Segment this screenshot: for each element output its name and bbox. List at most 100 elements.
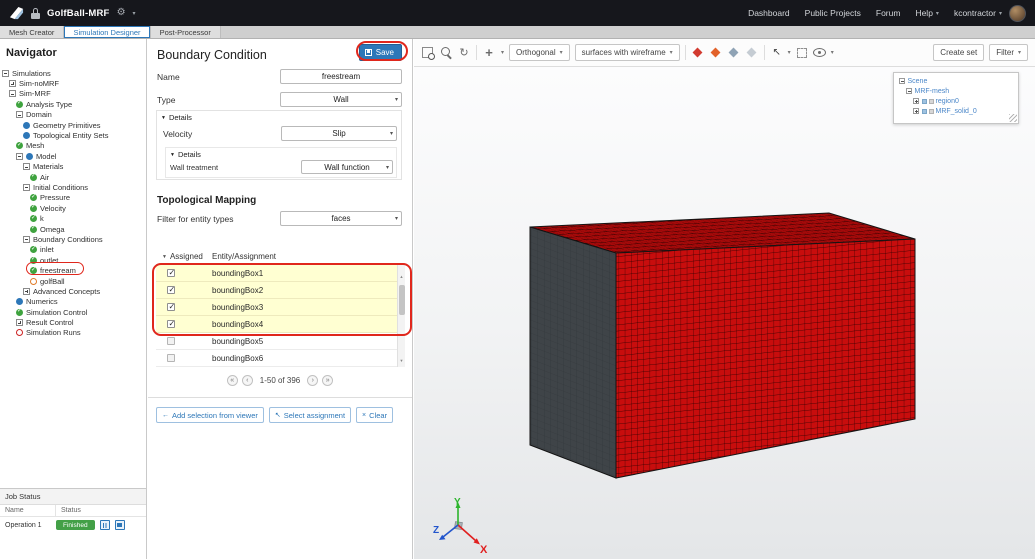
prev-page-button[interactable] [241,375,253,386]
assigned-column-header[interactable]: Assigned [156,252,212,261]
expand-icon[interactable] [9,80,16,88]
tab-simulation-designer[interactable]: Simulation Designer [64,26,151,38]
inner-details-toggle[interactable]: Details [170,150,201,159]
mesh-left-face[interactable] [529,226,617,479]
mesh-part-icon[interactable] [928,98,934,104]
box-select-icon[interactable] [795,46,809,60]
collapse-icon[interactable] [2,69,9,77]
tree-item-materials[interactable]: Materials [0,162,146,172]
viewer-3d[interactable]: Orthogonal surfaces with wireframe Creat… [414,39,1035,559]
render-mode-select[interactable]: surfaces with wireframe [574,44,680,61]
visibility-eye-icon[interactable] [813,46,827,60]
assignment-row[interactable]: boundingBox2 [156,282,405,299]
velocity-select[interactable]: Slip [281,126,397,141]
tab-mesh-creator[interactable]: Mesh Creator [0,26,65,38]
collapse-icon[interactable] [906,88,912,94]
scene-item-mrf-mesh[interactable]: MRF-mesh [897,86,1015,96]
app-logo-icon[interactable] [9,6,24,21]
wall-treatment-select[interactable]: Wall function [301,160,393,174]
type-select[interactable]: Wall [280,92,402,107]
pick-cursor-icon[interactable] [770,46,784,60]
tree-item-sim-mrf[interactable]: Sim-MRF [0,89,146,99]
select-node-icon[interactable] [745,46,759,60]
collapse-icon[interactable] [9,90,16,98]
tree-item-omega[interactable]: Omega [0,224,146,234]
assignment-row[interactable]: boundingBox4 [156,316,405,333]
tab-post-processor[interactable]: Post-Processor [150,26,221,38]
expand-icon[interactable] [23,287,30,295]
tree-item-freestream[interactable]: freestream [0,265,146,275]
reset-view-icon[interactable] [457,46,471,60]
mesh-front-face[interactable] [615,238,916,479]
entity-filter-select[interactable]: faces [280,211,402,226]
topnav-help[interactable]: Help [915,8,939,18]
resize-handle-icon[interactable] [1009,114,1017,122]
filter-button[interactable]: Filter [989,44,1028,61]
collapse-icon[interactable] [23,235,30,243]
tree-item-k[interactable]: k [0,213,146,223]
table-scrollbar[interactable] [397,265,405,367]
topnav-forum[interactable]: Forum [876,8,901,18]
tree-item-simulation-control[interactable]: Simulation Control [0,307,146,317]
select-volume-icon[interactable] [691,46,705,60]
chevron-down-icon[interactable] [501,49,504,56]
mesh-bounding-box[interactable] [414,67,1035,559]
first-page-button[interactable] [226,375,238,386]
tree-item-domain[interactable]: Domain [0,110,146,120]
user-avatar[interactable] [1009,4,1026,22]
scroll-up-icon[interactable] [400,265,404,283]
tree-item-sim-nomrf[interactable]: Sim-noMRF [0,78,146,88]
topnav-dashboard[interactable]: Dashboard [748,8,790,18]
scroll-thumb[interactable] [398,285,405,315]
details-toggle[interactable]: Details [161,113,192,122]
tree-item-analysis-type[interactable]: Analysis Type [0,99,146,109]
expand-icon[interactable] [16,319,23,327]
name-input[interactable] [280,69,402,84]
select-edge-icon[interactable] [727,46,741,60]
zoom-icon[interactable] [439,46,453,60]
tree-item-topological-entity-sets[interactable]: Topological Entity Sets [0,130,146,140]
assignment-row[interactable]: boundingBox3 [156,299,405,316]
tree-item-simulation-runs[interactable]: Simulation Runs [0,328,146,338]
tree-item-outlet[interactable]: outlet [0,255,146,265]
collapse-icon[interactable] [23,183,30,191]
assignment-checkbox[interactable] [167,268,175,277]
save-button[interactable]: Save [358,44,402,61]
scene-item-mrf-solid-0[interactable]: MRF_solid_0 [897,106,1015,116]
assignment-checkbox[interactable] [167,319,175,328]
scroll-down-icon[interactable] [400,349,404,367]
topnav-kcontractor[interactable]: kcontractor [954,8,1002,18]
tree-item-golfball[interactable]: golfBall [0,276,146,286]
project-settings-gear-icon[interactable]: ⚙ [117,8,126,18]
mesh-part-icon[interactable] [928,108,934,114]
tree-item-velocity[interactable]: Velocity [0,203,146,213]
tree-item-advanced-concepts[interactable]: Advanced Concepts [0,286,146,296]
job-stop-button[interactable] [114,520,125,530]
next-page-button[interactable] [307,375,319,386]
zoom-window-icon[interactable] [421,46,435,60]
collapse-icon[interactable] [16,111,23,119]
tree-item-result-control[interactable]: Result Control [0,317,146,327]
topnav-public-projects[interactable]: Public Projects [805,8,861,18]
tree-item-numerics[interactable]: Numerics [0,297,146,307]
assignment-row[interactable]: boundingBox1 [156,265,405,282]
assignment-checkbox[interactable] [167,354,175,362]
tree-item-mesh[interactable]: Mesh [0,141,146,151]
collapse-icon[interactable] [23,163,30,171]
last-page-button[interactable] [322,375,334,386]
expand-icon[interactable] [913,108,919,114]
scene-item-region0[interactable]: region0 [897,96,1015,106]
select-face-icon[interactable] [709,46,723,60]
collapse-icon[interactable] [16,152,23,160]
project-menu-chevron-icon[interactable] [133,10,136,17]
assignment-checkbox[interactable] [167,285,175,294]
projection-select[interactable]: Orthogonal [509,44,570,61]
entity-column-header[interactable]: Entity/Assignment [212,252,276,261]
tree-item-air[interactable]: Air [0,172,146,182]
visibility-icon[interactable] [921,108,927,114]
tree-item-model[interactable]: Model [0,151,146,161]
assignment-row[interactable]: boundingBox6 [156,350,405,367]
tree-item-inlet[interactable]: inlet [0,245,146,255]
job-pause-button[interactable] [99,520,110,530]
tree-item-boundary-conditions[interactable]: Boundary Conditions [0,234,146,244]
